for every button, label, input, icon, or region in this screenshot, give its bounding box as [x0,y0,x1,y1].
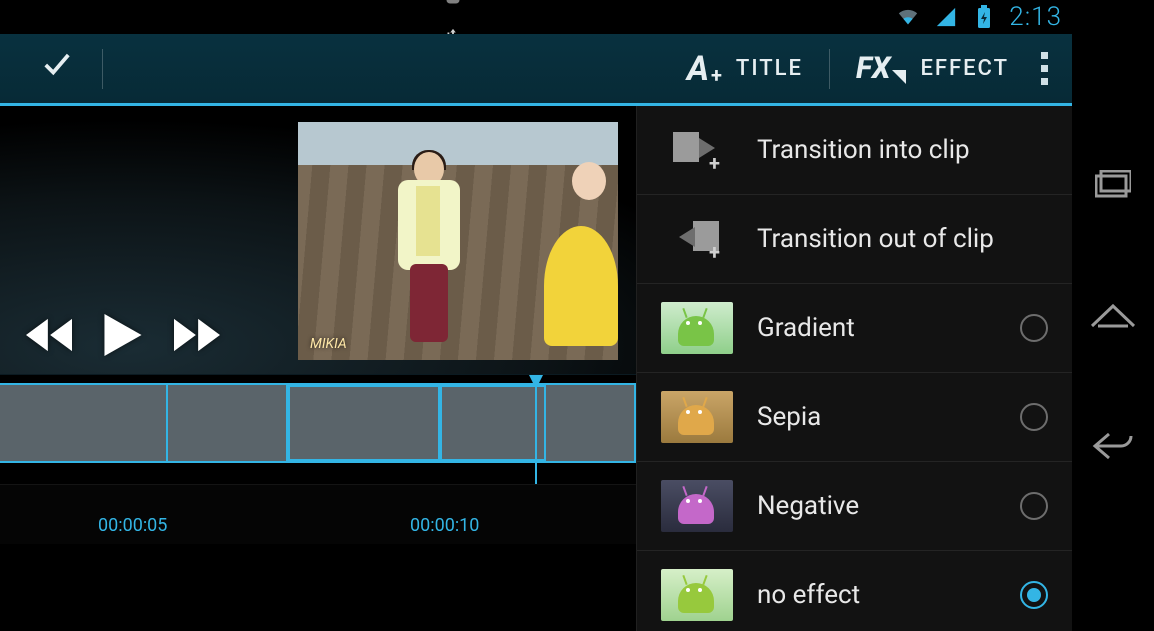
effect-row[interactable]: Gradient [637,284,1072,373]
editor-left-pane: MIKIA 00:00:0500:00:1 [0,106,636,631]
timeline-clip[interactable] [0,385,168,461]
recent-apps-button[interactable] [1089,161,1137,209]
effect-radio[interactable] [1020,403,1048,431]
timeline-clip[interactable] [440,385,546,461]
transition-row[interactable]: + Transition out of clip [637,195,1072,284]
timeline-clip[interactable] [288,385,440,461]
effects-panel: + Transition into clip + Transition out of … [636,106,1072,631]
divider [102,49,103,89]
row-label: Gradient [757,313,996,343]
back-button[interactable] [1089,422,1137,470]
status-bar: 2:13 [0,0,1072,34]
row-label: Transition into clip [757,135,1048,165]
time-ruler[interactable]: 00:00:05 00:00:10 [0,484,636,544]
signal-icon [933,4,959,30]
fx-icon: FX [856,51,906,86]
transition-out-icon: + [661,213,733,265]
svg-text:+: + [709,240,720,261]
action-bar: A + TITLE FX EFFECT [0,34,1072,106]
effect-label: EFFECT [920,56,1009,81]
battery-charging-icon [971,4,997,30]
done-button[interactable] [20,49,94,89]
title-tool-button[interactable]: A + TITLE [669,49,821,89]
divider [829,49,830,89]
timeline-clip[interactable] [546,385,636,461]
clip-strip[interactable] [0,383,636,463]
watermark-text: MIKIA [310,336,347,352]
effect-row[interactable]: Negative [637,462,1072,551]
row-label: Sepia [757,402,996,432]
effect-row[interactable]: no effect [637,551,1072,631]
title-a-icon: A + [687,49,722,89]
title-label: TITLE [736,56,803,81]
transition-row[interactable]: + Transition into clip [637,106,1072,195]
preview-area[interactable]: MIKIA [0,106,636,374]
timeline[interactable] [0,374,636,484]
status-time: 2:13 [1009,2,1062,32]
effect-radio[interactable] [1020,581,1048,609]
row-label: Transition out of clip [757,224,1048,254]
row-label: Negative [757,491,996,521]
preview-frame: MIKIA [298,122,618,360]
overflow-menu-button[interactable] [1027,52,1062,85]
effect-radio[interactable] [1020,492,1048,520]
ruler-tick: 00:00:05 [98,515,167,536]
effect-thumbnail [661,391,733,443]
ruler-tick: 00:00:10 [410,515,479,536]
android-debug-icon [440,0,466,9]
home-button[interactable] [1089,291,1137,339]
effect-thumbnail [661,480,733,532]
system-nav-bar [1072,0,1154,631]
play-button[interactable] [104,314,142,360]
wifi-icon [895,4,921,30]
effect-radio[interactable] [1020,314,1048,342]
playhead[interactable] [535,375,537,484]
forward-button[interactable] [174,318,220,356]
transition-in-icon: + [661,124,733,176]
timeline-clip[interactable] [168,385,288,461]
svg-text:+: + [709,151,720,172]
effect-thumbnail [661,302,733,354]
effect-tool-button[interactable]: FX EFFECT [838,51,1027,86]
rewind-button[interactable] [26,318,72,356]
effect-thumbnail [661,569,733,621]
effect-row[interactable]: Sepia [637,373,1072,462]
row-label: no effect [757,580,996,610]
